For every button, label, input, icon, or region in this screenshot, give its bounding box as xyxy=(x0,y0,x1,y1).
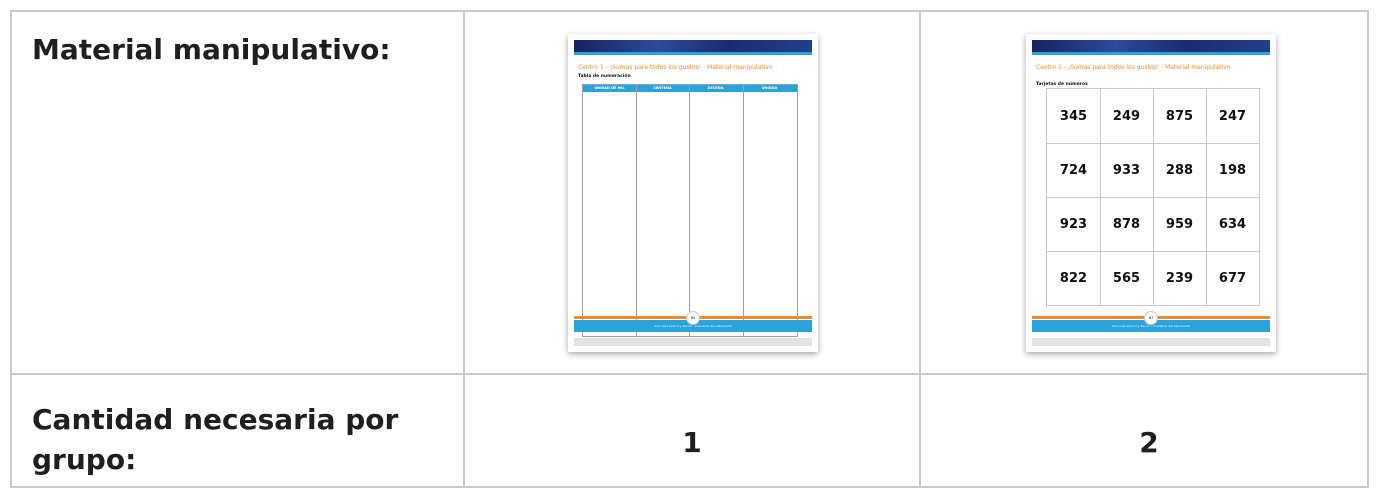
header-unidad: UNIDAD xyxy=(761,86,778,90)
column-line xyxy=(689,85,690,336)
number-cards-grid: 345 249 875 247 724 933 288 198 923 878 … xyxy=(1046,88,1261,307)
table-border-top xyxy=(10,10,1369,12)
quantity-label: Cantidad necesaria por grupo: xyxy=(32,403,399,476)
column-line xyxy=(636,85,637,336)
table-border-bottom xyxy=(10,486,1369,488)
header-unidad-de-mil: UNIDAD DE MIL xyxy=(594,86,625,90)
number-card: 198 xyxy=(1206,143,1260,198)
table-border-left xyxy=(10,10,12,488)
column-divider-2 xyxy=(919,10,921,488)
numeration-table: UNIDAD DE MIL CENTENA DECENA UNIDAD xyxy=(582,84,798,337)
page-number: 67 xyxy=(1144,311,1158,325)
column-line xyxy=(743,85,744,336)
footer-grey-bar xyxy=(574,338,812,346)
quantity-value-1: 1 xyxy=(682,426,702,459)
number-card: 933 xyxy=(1100,143,1154,198)
numeration-table-thumbnail: Centro 1 - ¡Sumas para todos los gustos!… xyxy=(568,34,818,352)
page-title: Centro 1 - ¡Sumas para todos los gustos!… xyxy=(578,64,773,71)
number-card: 923 xyxy=(1047,197,1101,252)
number-card: 288 xyxy=(1153,143,1207,198)
page-banner xyxy=(574,40,812,52)
page-title: Centro 1 - ¡Sumas para todos los gustos!… xyxy=(1036,64,1231,71)
table-border-right xyxy=(1367,10,1369,488)
number-card: 249 xyxy=(1100,89,1154,144)
row-divider xyxy=(10,373,1369,375)
number-card: 239 xyxy=(1153,251,1207,306)
number-card: 959 xyxy=(1153,197,1207,252)
number-card: 565 xyxy=(1100,251,1154,306)
page-number: 65 xyxy=(686,311,700,325)
numeration-table-header: UNIDAD DE MIL CENTENA DECENA UNIDAD xyxy=(583,85,797,92)
page-strip xyxy=(1032,52,1270,55)
page-subtitle: Tarjetas de números xyxy=(1036,82,1088,87)
number-card: 677 xyxy=(1206,251,1260,306)
number-card: 247 xyxy=(1206,89,1260,144)
number-card: 345 xyxy=(1047,89,1101,144)
page-banner xyxy=(1032,40,1270,52)
header-decena: DECENA xyxy=(707,86,724,90)
column-divider-1 xyxy=(463,10,465,488)
footer-grey-bar xyxy=(1032,338,1270,346)
number-card: 822 xyxy=(1047,251,1101,306)
quantity-value-2: 2 xyxy=(1139,426,1159,459)
number-card: 878 xyxy=(1100,197,1154,252)
page-strip xyxy=(574,52,812,55)
materials-table: Material manipulativo: Centro 1 - ¡Sumas… xyxy=(0,0,1379,498)
number-card: 724 xyxy=(1047,143,1101,198)
number-cards-thumbnail: Centro 1 - ¡Sumas para todos los gustos!… xyxy=(1026,34,1276,352)
header-centena: CENTENA xyxy=(653,86,672,90)
material-label: Material manipulativo: xyxy=(32,33,391,66)
number-card: 634 xyxy=(1206,197,1260,252)
page-subtitle: Tabla de numeración xyxy=(578,74,631,79)
number-card: 875 xyxy=(1153,89,1207,144)
